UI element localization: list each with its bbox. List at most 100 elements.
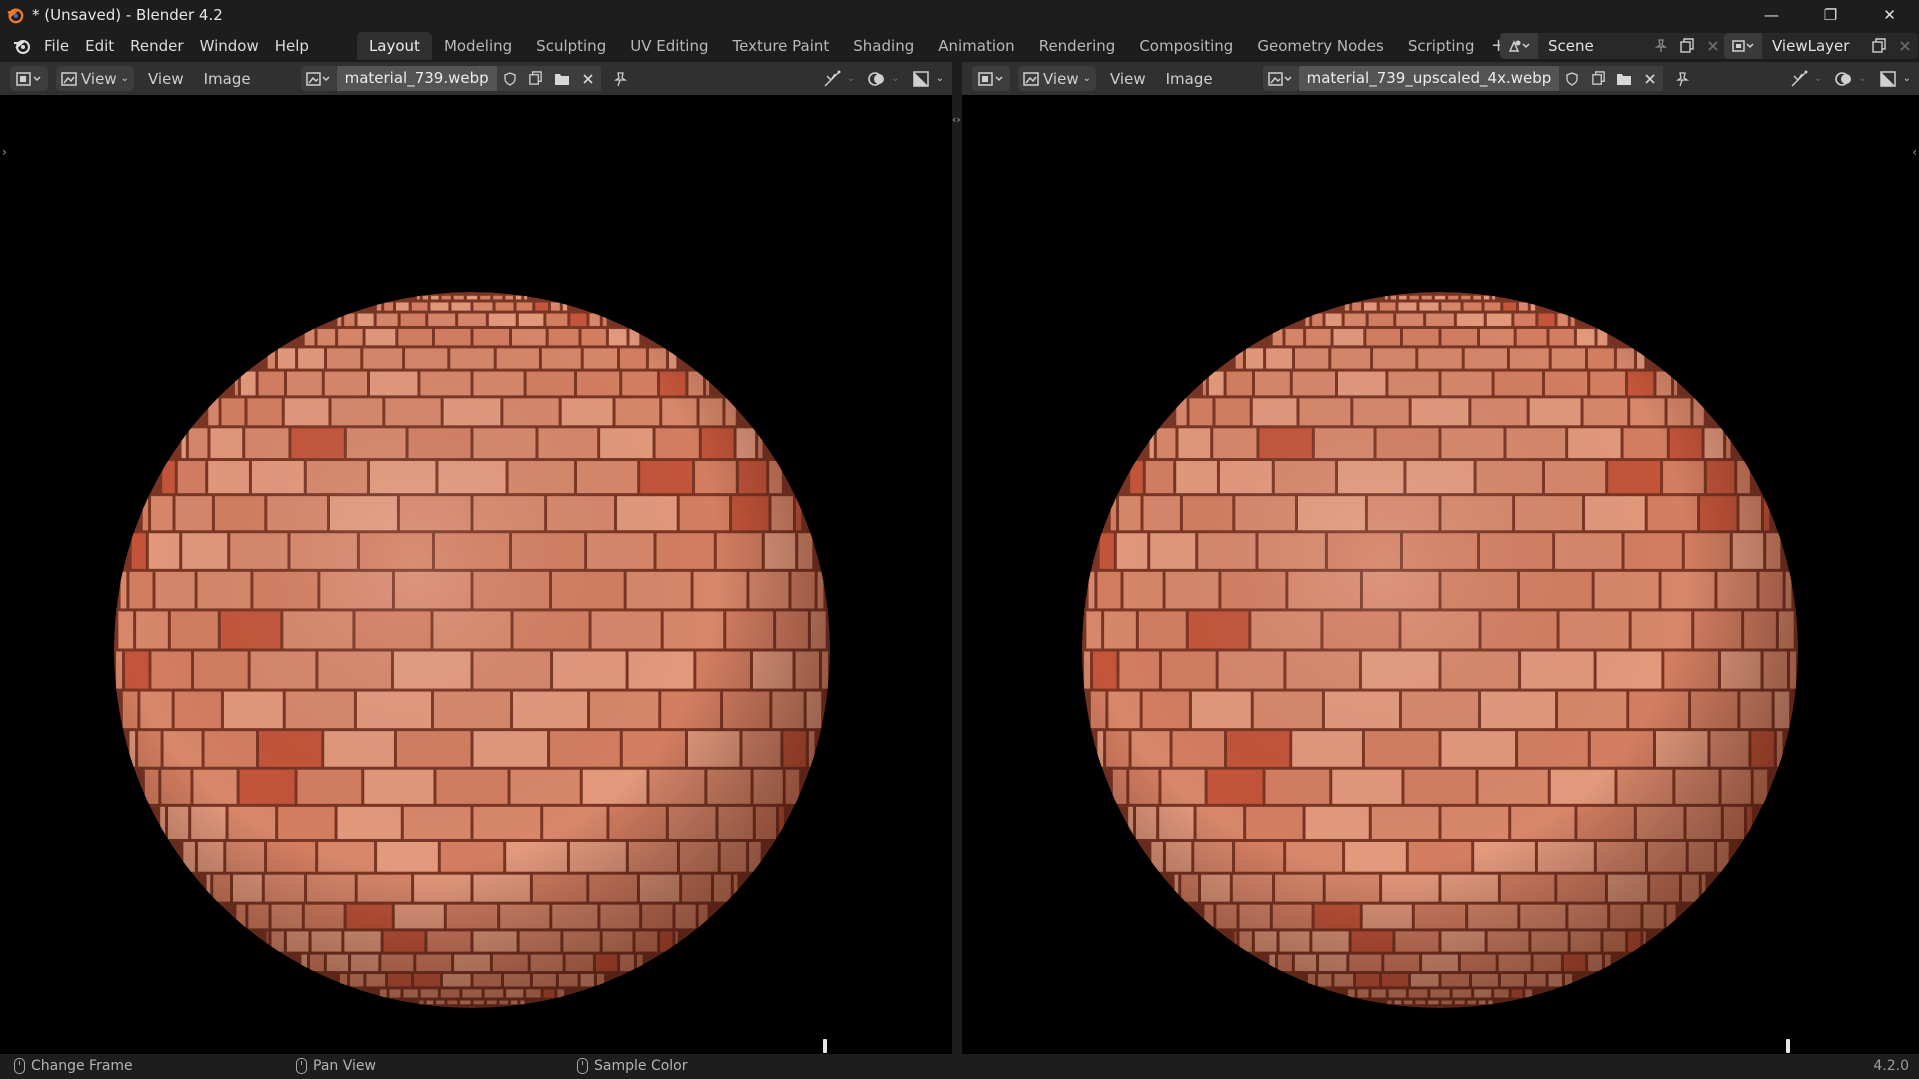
delete-scene-button[interactable] bbox=[1700, 33, 1726, 59]
chevron-down-icon: ⌄ bbox=[120, 73, 129, 84]
display-channels-icon bbox=[1879, 70, 1896, 87]
menu-image[interactable]: Image bbox=[194, 66, 261, 91]
tab-layout[interactable]: Layout bbox=[356, 32, 432, 60]
browse-image-button[interactable] bbox=[300, 66, 337, 91]
image-name-field[interactable]: material_739_upscaled_4x.webp bbox=[1298, 66, 1560, 91]
tab-rendering[interactable]: Rendering bbox=[1027, 32, 1128, 60]
display-channels-dropdown[interactable]: ⌄ bbox=[1879, 66, 1911, 91]
hint-label: Sample Color bbox=[594, 1058, 688, 1074]
top-bar: File Edit Render Window Help Layout Mode… bbox=[0, 30, 1919, 62]
pin-button[interactable] bbox=[1669, 66, 1695, 91]
image-name-field[interactable]: material_739.webp bbox=[336, 66, 497, 91]
editor-type-button[interactable] bbox=[972, 66, 1010, 91]
menu-file[interactable]: File bbox=[36, 33, 77, 59]
image-icon bbox=[305, 71, 330, 86]
version-label: 4.2.0 bbox=[1873, 1058, 1909, 1074]
shield-icon bbox=[1566, 71, 1578, 86]
unlink-image-button[interactable] bbox=[574, 66, 601, 91]
tab-compositing[interactable]: Compositing bbox=[1127, 32, 1245, 60]
workspace-tabs: Layout Modeling Sculpting UV Editing Tex… bbox=[356, 32, 1511, 60]
area-divider[interactable]: ‹› bbox=[952, 62, 962, 1054]
duplicate-icon bbox=[1680, 38, 1694, 53]
view-mode-icon bbox=[1023, 71, 1039, 86]
pin-icon[interactable] bbox=[1648, 33, 1674, 59]
menu-render[interactable]: Render bbox=[122, 33, 191, 59]
brick-sphere-image bbox=[1082, 292, 1798, 1008]
tab-shading[interactable]: Shading bbox=[841, 32, 926, 60]
pin-button[interactable] bbox=[607, 66, 633, 91]
mode-dropdown[interactable]: View ⌄ bbox=[56, 66, 134, 91]
gizmo-icon bbox=[1791, 70, 1808, 86]
fake-user-button[interactable] bbox=[496, 66, 523, 91]
brick-sphere-image bbox=[114, 292, 830, 1008]
frame-indicator bbox=[823, 1039, 827, 1053]
gizmo-toggle[interactable]: ⌄ bbox=[823, 66, 855, 91]
scene-browse-button[interactable] bbox=[1500, 33, 1538, 59]
view-mode-icon bbox=[61, 71, 77, 86]
blender-menu-button[interactable] bbox=[6, 32, 36, 60]
view-layer-selector: ViewLayer bbox=[1724, 33, 1918, 59]
menu-bar: File Edit Render Window Help bbox=[36, 33, 317, 59]
sidebar-toggle-arrow[interactable]: ‹ bbox=[1912, 145, 1917, 159]
gizmo-toggle[interactable]: ⌄ bbox=[1790, 66, 1822, 91]
menu-view[interactable]: View bbox=[1100, 66, 1156, 91]
overlays-toggle[interactable]: ⌄ bbox=[867, 66, 900, 91]
view-layer-name[interactable]: ViewLayer bbox=[1762, 37, 1866, 55]
menu-edit[interactable]: Edit bbox=[77, 33, 122, 59]
mode-dropdown[interactable]: View ⌄ bbox=[1018, 66, 1096, 91]
overlays-icon bbox=[868, 71, 885, 86]
folder-icon bbox=[554, 73, 569, 85]
image-canvas[interactable]: ‹ bbox=[962, 95, 1919, 1054]
display-channels-icon bbox=[912, 70, 929, 87]
overlays-icon bbox=[1835, 71, 1852, 86]
chevron-down-icon: ⌄ bbox=[891, 73, 900, 84]
mouse-middle-icon bbox=[296, 1058, 307, 1074]
tab-geometry-nodes[interactable]: Geometry Nodes bbox=[1245, 32, 1396, 60]
blender-logo-icon bbox=[7, 8, 24, 24]
open-image-button[interactable] bbox=[1611, 66, 1638, 91]
restore-button[interactable]: ❐ bbox=[1801, 0, 1860, 30]
minimize-button[interactable]: — bbox=[1742, 0, 1801, 30]
hint-label: Change Frame bbox=[31, 1058, 133, 1074]
display-channels-dropdown[interactable]: ⌄ bbox=[912, 66, 944, 91]
chevron-down-icon: ⌄ bbox=[846, 73, 856, 84]
unlink-image-button[interactable] bbox=[1637, 66, 1664, 91]
tab-animation[interactable]: Animation bbox=[926, 32, 1026, 60]
tab-scripting[interactable]: Scripting bbox=[1396, 32, 1487, 60]
browse-image-button[interactable] bbox=[1262, 66, 1299, 91]
menu-help[interactable]: Help bbox=[267, 33, 317, 59]
tab-texture-paint[interactable]: Texture Paint bbox=[720, 32, 841, 60]
menu-image[interactable]: Image bbox=[1156, 66, 1223, 91]
hint-change-frame: Change Frame bbox=[14, 1058, 133, 1074]
overlays-toggle[interactable]: ⌄ bbox=[1834, 66, 1867, 91]
mouse-left-icon bbox=[14, 1058, 25, 1074]
chevron-down-icon: ⌄ bbox=[1858, 73, 1867, 84]
delete-view-layer-button[interactable] bbox=[1892, 33, 1918, 59]
tab-uv-editing[interactable]: UV Editing bbox=[618, 32, 720, 60]
menu-view[interactable]: View bbox=[138, 66, 194, 91]
close-icon bbox=[1900, 41, 1910, 51]
fake-user-button[interactable] bbox=[1559, 66, 1586, 91]
close-window-button[interactable]: ✕ bbox=[1860, 0, 1919, 30]
blender-logo-icon bbox=[14, 40, 30, 54]
view-layer-browse-button[interactable] bbox=[1724, 33, 1762, 59]
image-editor-left: View ⌄ View Image material_739.webp ⌄ ⌄ … bbox=[0, 62, 952, 1054]
gizmo-icon bbox=[824, 70, 841, 86]
toolbar-toggle-arrow[interactable]: › bbox=[2, 145, 7, 159]
tab-modeling[interactable]: Modeling bbox=[432, 32, 524, 60]
pin-icon bbox=[613, 71, 627, 86]
editor-type-button[interactable] bbox=[10, 66, 48, 91]
title-bar: * (Unsaved) - Blender 4.2 — ❐ ✕ bbox=[0, 0, 1919, 30]
new-view-layer-button[interactable] bbox=[1866, 33, 1892, 59]
new-image-button[interactable] bbox=[1585, 66, 1612, 91]
hint-sample-color: Sample Color bbox=[577, 1058, 688, 1074]
duplicate-icon bbox=[529, 71, 542, 85]
open-image-button[interactable] bbox=[548, 66, 575, 91]
image-canvas[interactable]: › bbox=[0, 95, 952, 1054]
new-scene-button[interactable] bbox=[1674, 33, 1700, 59]
menu-window[interactable]: Window bbox=[192, 33, 267, 59]
new-image-button[interactable] bbox=[522, 66, 549, 91]
frame-indicator bbox=[1786, 1039, 1790, 1053]
scene-name[interactable]: Scene bbox=[1538, 37, 1648, 55]
tab-sculpting[interactable]: Sculpting bbox=[524, 32, 618, 60]
